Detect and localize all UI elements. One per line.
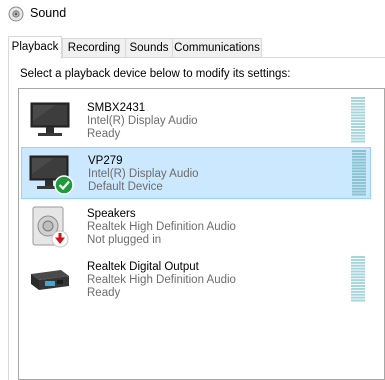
device-driver: Intel(R) Display Audio — [88, 168, 199, 180]
meter-segment — [351, 126, 365, 128]
meter-segment — [351, 296, 365, 299]
meter-segment — [351, 105, 365, 108]
meter-segment — [352, 155, 366, 158]
meter-segment — [351, 299, 365, 302]
meter-segment — [351, 279, 365, 282]
meter-segment — [351, 267, 365, 270]
device-name: SMBX2431 — [87, 102, 146, 114]
meter-segment — [352, 184, 366, 187]
meter-segment — [351, 282, 365, 285]
device-name: VP279 — [88, 155, 123, 167]
device-status: Default Device — [88, 181, 163, 193]
meter-segment — [352, 187, 366, 190]
device-driver: Realtek High Definition Audio — [87, 274, 236, 286]
meter-segment — [351, 123, 365, 126]
meter-segment — [351, 256, 365, 258]
meter-segment — [351, 290, 365, 293]
meter-segment — [352, 190, 366, 193]
meter-segment — [351, 108, 365, 111]
title-bar: Sound — [0, 0, 385, 28]
speaker-unplugged-icon — [32, 206, 69, 248]
meter-segment — [351, 258, 365, 261]
meter-segment — [352, 179, 366, 181]
meter-segment — [351, 270, 365, 273]
meter-segment — [351, 285, 365, 287]
meter-segment — [351, 114, 365, 117]
meter-segment — [351, 97, 365, 99]
meter-segment — [352, 158, 366, 161]
meter-segment — [351, 276, 365, 279]
device-smbx2431[interactable]: SMBX2431 Intel(R) Display Audio Ready — [21, 95, 371, 147]
device-name: Realtek Digital Output — [87, 261, 199, 273]
meter-segment — [351, 131, 365, 134]
meter-segment — [351, 287, 365, 290]
meter-segment — [351, 134, 365, 137]
meter-segment — [352, 152, 366, 155]
volume-meter — [351, 256, 365, 302]
tab-recording[interactable]: Recording — [62, 38, 126, 57]
meter-segment — [352, 150, 366, 152]
device-status: Not plugged in — [87, 234, 162, 246]
meter-segment — [352, 173, 366, 176]
device-speakers[interactable]: Speakers Realtek High Definition Audio N… — [21, 201, 371, 253]
device-realtek-digital-output[interactable]: Realtek Digital Output Realtek High Defi… — [21, 254, 371, 306]
window-title: Sound — [30, 6, 67, 20]
meter-segment — [351, 111, 365, 114]
meter-segment — [351, 264, 365, 267]
meter-segment — [351, 128, 365, 131]
meter-segment — [351, 99, 365, 102]
device-status: Ready — [87, 128, 121, 140]
tab-communications[interactable]: Communications — [172, 38, 262, 57]
tab-bar: Playback Recording Sounds Communications — [8, 36, 385, 59]
meter-segment — [351, 293, 365, 296]
meter-segment — [352, 176, 366, 179]
meter-segment — [351, 261, 365, 264]
device-name: Speakers — [87, 208, 136, 220]
digital-output-icon — [31, 270, 69, 290]
meter-segment — [352, 170, 366, 173]
meter-segment — [352, 193, 366, 196]
device-driver: Realtek High Definition Audio — [87, 221, 236, 233]
meter-segment — [352, 164, 366, 167]
volume-meter — [352, 150, 366, 196]
volume-meter — [351, 97, 365, 143]
device-vp279[interactable]: VP279 Intel(R) Display Audio Default Dev… — [21, 147, 371, 199]
meter-segment — [351, 273, 365, 276]
meter-segment — [351, 117, 365, 120]
speaker-icon — [8, 6, 24, 22]
meter-segment — [351, 120, 365, 123]
meter-segment — [352, 181, 366, 184]
device-driver: Intel(R) Display Audio — [87, 115, 198, 127]
meter-segment — [351, 140, 365, 143]
monitor-icon — [30, 102, 70, 136]
device-list[interactable]: SMBX2431 Intel(R) Display Audio Ready VP… — [18, 88, 385, 380]
tab-sounds[interactable]: Sounds — [125, 38, 173, 57]
tab-playback[interactable]: Playback — [8, 36, 62, 59]
monitor-default-icon — [29, 155, 74, 195]
meter-segment — [351, 137, 365, 140]
device-status: Ready — [87, 287, 121, 299]
meter-segment — [352, 161, 366, 164]
meter-segment — [352, 167, 366, 170]
meter-segment — [351, 102, 365, 105]
instruction-text: Select a playback device below to modify… — [20, 68, 291, 80]
